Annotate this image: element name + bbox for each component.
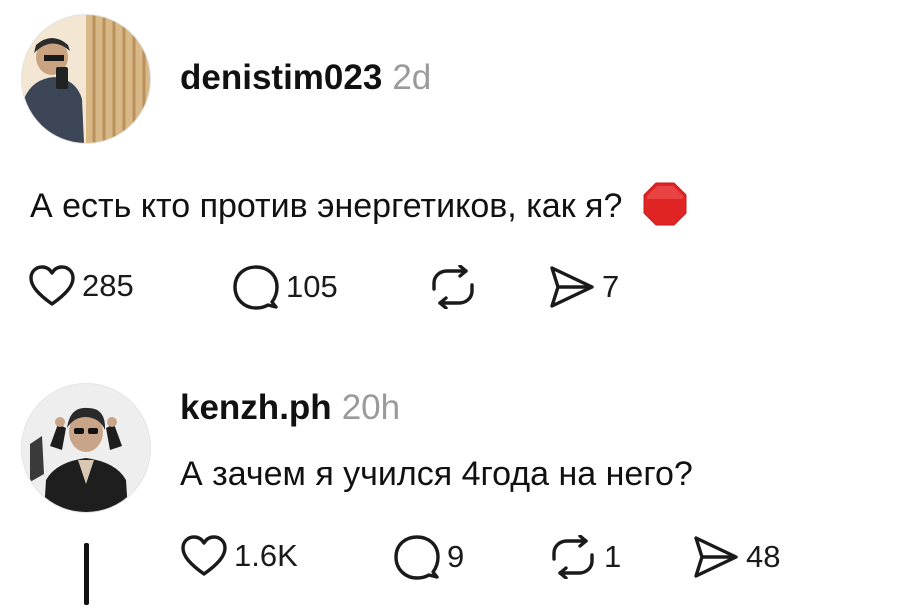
comment-author-line: kenzh.ph 20h	[180, 390, 400, 425]
post-timestamp[interactable]: 2d	[392, 58, 431, 97]
comment-text: А зачем я учился 4года на него?	[180, 455, 693, 493]
repost-arrows-icon	[552, 535, 594, 579]
comment-body: А зачем я учился 4года на него?	[180, 457, 693, 491]
comment-count: 9	[447, 539, 465, 574]
repost-button[interactable]	[428, 265, 484, 309]
thread-connector-line	[84, 543, 89, 605]
username-link[interactable]: kenzh.ph	[180, 388, 332, 427]
repost-count: 1	[604, 539, 622, 574]
comment-button[interactable]: 9	[393, 534, 464, 580]
send-paper-plane-icon	[550, 266, 594, 308]
share-count: 48	[746, 539, 781, 574]
speech-bubble-icon	[394, 535, 440, 580]
share-count: 7	[602, 269, 620, 304]
post-author-line: denistim023 2d	[180, 60, 431, 95]
speech-bubble-icon	[233, 265, 279, 310]
avatar-photo-icon	[22, 15, 150, 143]
like-count: 285	[82, 268, 134, 303]
avatar-denistim023[interactable]	[22, 15, 150, 143]
repost-button[interactable]: 1	[548, 535, 621, 579]
avatar-kenzh-ph[interactable]	[22, 384, 150, 512]
share-button[interactable]: 48	[692, 534, 780, 580]
username-link[interactable]: denistim023	[180, 58, 382, 97]
send-paper-plane-icon	[694, 536, 738, 578]
comment-count: 105	[286, 269, 338, 304]
heart-icon	[181, 535, 227, 576]
like-button[interactable]: 285	[28, 264, 134, 308]
post-text: А есть кто против энергетиков, как я?	[30, 187, 623, 225]
like-button[interactable]: 1.6K	[180, 534, 298, 578]
heart-icon	[29, 265, 75, 306]
share-button[interactable]: 7	[548, 264, 619, 310]
like-count: 1.6K	[234, 538, 298, 573]
stop-sign-icon	[642, 181, 688, 227]
repost-arrows-icon	[432, 265, 474, 309]
comment-button[interactable]: 105	[232, 264, 338, 310]
post-body: А есть кто против энергетиков, как я?	[30, 181, 688, 227]
comment-timestamp[interactable]: 20h	[342, 388, 400, 427]
avatar-photo-icon	[22, 384, 150, 512]
